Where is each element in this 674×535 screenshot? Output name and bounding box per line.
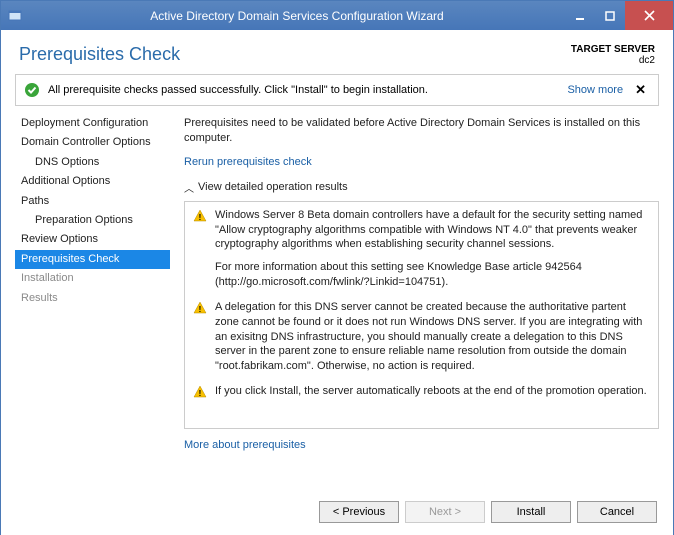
show-more-link[interactable]: Show more xyxy=(567,84,623,96)
previous-button[interactable]: < Previous xyxy=(319,501,399,523)
chevron-up-icon: ︿ xyxy=(184,180,194,195)
window-controls xyxy=(565,1,673,30)
warning-icon: ! xyxy=(193,384,207,404)
status-bar: All prerequisite checks passed successfu… xyxy=(15,74,659,106)
sidebar-item[interactable]: Domain Controller Options xyxy=(15,133,170,152)
rerun-link[interactable]: Rerun prerequisites check xyxy=(184,156,312,168)
result-text: Windows Server 8 Beta domain controllers… xyxy=(215,208,650,290)
svg-text:!: ! xyxy=(199,305,202,314)
sidebar-item[interactable]: Paths xyxy=(15,192,170,211)
sidebar: Deployment ConfigurationDomain Controlle… xyxy=(15,112,170,451)
result-item: ! A delegation for this DNS server cannot… xyxy=(193,300,650,374)
svg-text:!: ! xyxy=(199,213,202,222)
status-close-button[interactable]: ✕ xyxy=(631,82,650,98)
window-title: Active Directory Domain Services Configu… xyxy=(29,9,565,23)
maximize-button[interactable] xyxy=(595,1,625,30)
button-row: < Previous Next > Install Cancel xyxy=(1,491,673,535)
cancel-button[interactable]: Cancel xyxy=(577,501,657,523)
target-server-label: TARGET SERVER xyxy=(571,44,655,55)
titlebar: Active Directory Domain Services Configu… xyxy=(1,1,673,30)
intro-text: Prerequisites need to be validated befor… xyxy=(184,116,659,146)
sidebar-item: Installation xyxy=(15,269,170,288)
system-icon xyxy=(1,9,29,23)
page-header: Prerequisites Check TARGET SERVER dc2 xyxy=(1,30,673,74)
svg-text:!: ! xyxy=(199,389,202,398)
result-item: ! Windows Server 8 Beta domain controller… xyxy=(193,208,650,290)
sidebar-item[interactable]: DNS Options xyxy=(15,153,170,172)
page-title: Prerequisites Check xyxy=(19,44,180,66)
more-about-link[interactable]: More about prerequisites xyxy=(184,439,306,451)
install-button[interactable]: Install xyxy=(491,501,571,523)
sidebar-item: Results xyxy=(15,289,170,308)
sidebar-item[interactable]: Prerequisites Check xyxy=(15,250,170,269)
result-text: A delegation for this DNS server cannot … xyxy=(215,300,650,374)
status-message: All prerequisite checks passed successfu… xyxy=(48,84,559,96)
details-header-label: View detailed operation results xyxy=(198,181,348,193)
target-server: TARGET SERVER dc2 xyxy=(571,44,655,66)
sidebar-item[interactable]: Deployment Configuration xyxy=(15,114,170,133)
sidebar-item[interactable]: Preparation Options xyxy=(15,211,170,230)
minimize-button[interactable] xyxy=(565,1,595,30)
main-content: Prerequisites need to be validated befor… xyxy=(170,112,659,451)
result-item: ! If you click Install, the server automa… xyxy=(193,384,650,404)
sidebar-item[interactable]: Additional Options xyxy=(15,172,170,191)
target-server-value: dc2 xyxy=(571,55,655,66)
sidebar-item[interactable]: Review Options xyxy=(15,230,170,249)
details-toggle[interactable]: ︿ View detailed operation results xyxy=(184,180,659,195)
next-button[interactable]: Next > xyxy=(405,501,485,523)
warning-icon: ! xyxy=(193,300,207,374)
close-button[interactable] xyxy=(625,1,673,30)
warning-icon: ! xyxy=(193,208,207,290)
results-box[interactable]: ! Windows Server 8 Beta domain controller… xyxy=(184,201,659,429)
result-text: If you click Install, the server automat… xyxy=(215,384,650,404)
success-icon xyxy=(24,82,40,98)
